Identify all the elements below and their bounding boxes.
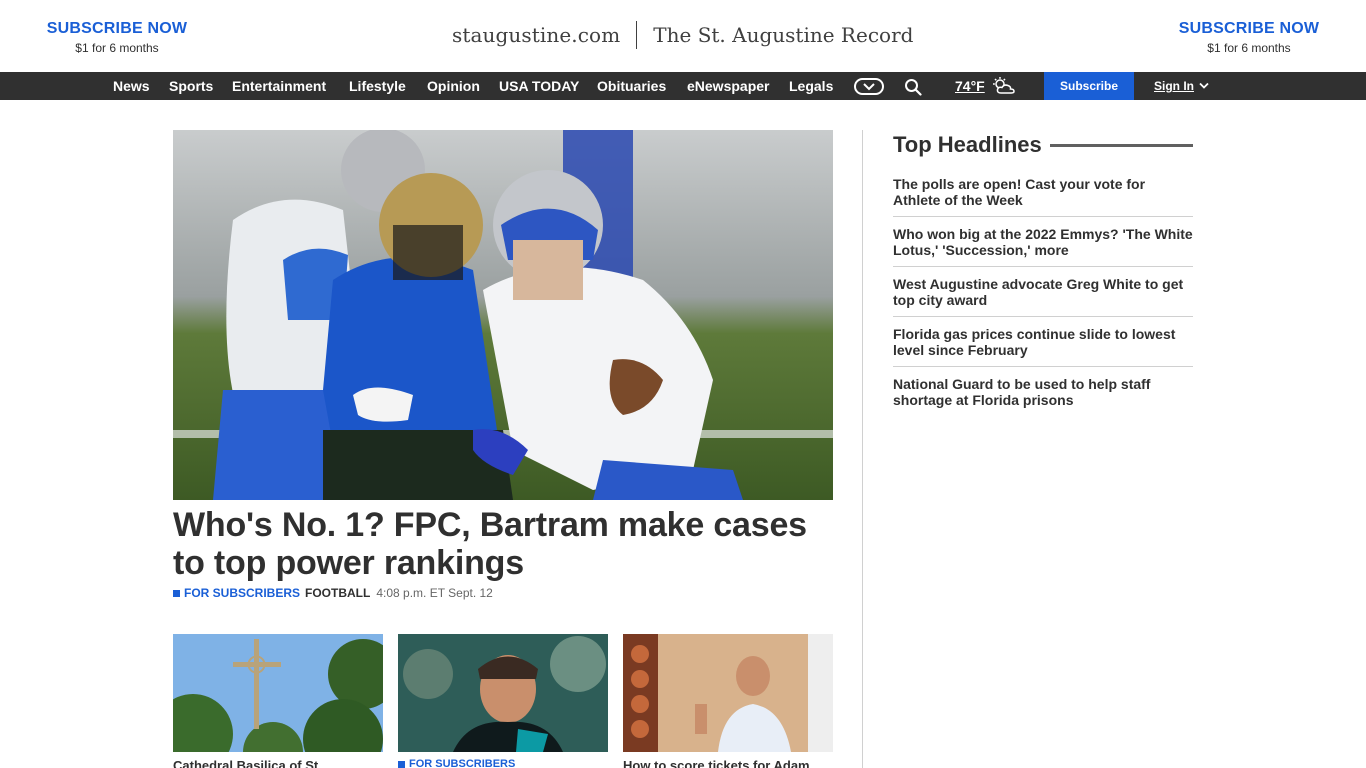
subscriber-square-icon: [173, 589, 180, 597]
search-icon[interactable]: [904, 78, 922, 96]
nav-lifestyle[interactable]: Lifestyle: [349, 72, 406, 100]
subscriber-square-icon: [398, 760, 405, 768]
subscribe-now-title: SUBSCRIBE NOW: [46, 20, 188, 37]
subscribe-price: $1 for 6 months: [1207, 41, 1291, 55]
more-menu-button[interactable]: [854, 78, 884, 95]
temperature: 74°F: [955, 78, 985, 94]
site-name: staugustine.com: [452, 23, 621, 47]
list-item: The polls are open! Cast your vote for A…: [893, 172, 1193, 217]
list-item: Who won big at the 2022 Emmys? 'The Whit…: [893, 217, 1193, 267]
adam-sandler-image[interactable]: [623, 634, 833, 752]
story-card-jaguars[interactable]: FOR SUBSCRIBERS: [398, 634, 608, 768]
headline-link[interactable]: Florida gas prices continue slide to low…: [893, 326, 1193, 358]
headline-link[interactable]: Who won big at the 2022 Emmys? 'The Whit…: [893, 226, 1193, 258]
card-caption: FOR SUBSCRIBERS: [398, 758, 608, 768]
nav-legals[interactable]: Legals: [789, 72, 833, 100]
card-caption[interactable]: Cathedral Basilica of St: [173, 758, 383, 768]
hero-headline[interactable]: Who's No. 1? FPC, Bartram make cases to …: [173, 506, 833, 582]
main-nav: News Sports Entertainment Lifestyle Opin…: [0, 72, 1366, 100]
hero-meta: FOR SUBSCRIBERS FOOTBALL 4:08 p.m. ET Se…: [173, 586, 493, 600]
sign-in-link[interactable]: Sign In: [1154, 72, 1194, 100]
headline-link[interactable]: West Augustine advocate Greg White to ge…: [893, 276, 1193, 308]
cathedral-cross-image: [173, 634, 383, 752]
nav-sports[interactable]: Sports: [169, 72, 213, 100]
brand-logo[interactable]: staugustine.com The St. Augustine Record: [452, 20, 913, 50]
partly-cloudy-icon: [992, 77, 1015, 94]
nav-usa-today[interactable]: USA TODAY: [499, 72, 579, 100]
card-caption[interactable]: How to score tickets for Adam: [623, 758, 833, 768]
list-item: West Augustine advocate Greg White to ge…: [893, 267, 1193, 317]
top-headlines-header: Top Headlines: [893, 130, 1193, 160]
nav-enewspaper[interactable]: eNewspaper: [687, 72, 769, 100]
football-player-thumb: [398, 634, 608, 752]
chevron-down-icon[interactable]: [1199, 82, 1209, 90]
headline-link[interactable]: The polls are open! Cast your vote for A…: [893, 176, 1193, 208]
headline-link[interactable]: National Guard to be used to help staff …: [893, 376, 1193, 408]
person-thumb: [623, 634, 833, 752]
for-subscribers-badge: FOR SUBSCRIBERS: [409, 758, 516, 768]
chevron-down-icon: [863, 83, 875, 91]
subscribe-now-link-right[interactable]: SUBSCRIBE NOW $1 for 6 months: [1149, 20, 1349, 55]
story-card-adam[interactable]: How to score tickets for Adam: [623, 634, 833, 768]
cathedral-image[interactable]: [173, 634, 383, 752]
nav-news[interactable]: News: [113, 72, 150, 100]
list-item: Florida gas prices continue slide to low…: [893, 317, 1193, 367]
category-label[interactable]: FOOTBALL: [305, 586, 370, 600]
subscribe-now-link-left[interactable]: SUBSCRIBE NOW $1 for 6 months: [17, 20, 217, 55]
subscribe-price: $1 for 6 months: [75, 41, 159, 55]
list-item: National Guard to be used to help staff …: [893, 367, 1193, 416]
weather-widget[interactable]: 74°F: [955, 72, 1017, 100]
jaguars-player-image[interactable]: [398, 634, 608, 752]
column-divider: [862, 130, 863, 768]
brand-separator: [636, 21, 638, 49]
header-rule: [1049, 143, 1193, 147]
hero-image[interactable]: [173, 130, 833, 500]
subscribe-now-title: SUBSCRIBE NOW: [1178, 20, 1320, 37]
story-card-cathedral[interactable]: Cathedral Basilica of St: [173, 634, 383, 768]
nav-entertainment[interactable]: Entertainment: [232, 72, 326, 100]
top-headlines-list: The polls are open! Cast your vote for A…: [893, 172, 1193, 416]
subscribe-button[interactable]: Subscribe: [1044, 72, 1134, 100]
paper-name: The St. Augustine Record: [653, 23, 914, 47]
football-player-image: [173, 130, 833, 500]
masthead: SUBSCRIBE NOW $1 for 6 months staugustin…: [0, 0, 1366, 72]
nav-opinion[interactable]: Opinion: [427, 72, 480, 100]
nav-obituaries[interactable]: Obituaries: [597, 72, 666, 100]
for-subscribers-badge: FOR SUBSCRIBERS: [184, 586, 301, 600]
top-headlines-title: Top Headlines: [893, 132, 1042, 157]
timestamp: 4:08 p.m. ET Sept. 12: [376, 586, 493, 600]
